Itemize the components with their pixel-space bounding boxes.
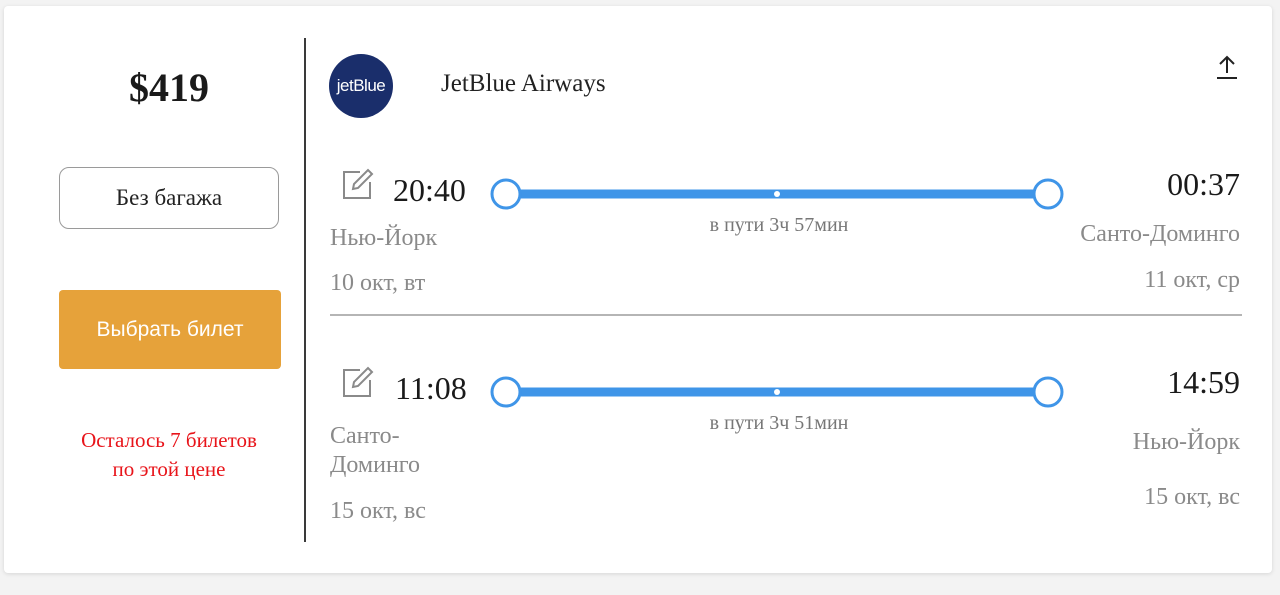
flight-offer-card: $419 Без багажа Выбрать билет Осталось 7… — [4, 6, 1272, 573]
tickets-left-line1: Осталось 7 билетов — [81, 428, 257, 452]
flight-track — [486, 372, 1066, 412]
tickets-left-line2: по этой цене — [112, 457, 226, 481]
departure-city: Санто- Доминго — [330, 422, 420, 480]
segment-return: 11:08 14:59 Санто- Доминго в пути 3ч 51м… — [4, 6, 1272, 524]
flight-duration: в пути 3ч 51мин — [709, 412, 849, 434]
arrival-city: Нью-Йорк — [1132, 429, 1240, 455]
edit-icon[interactable] — [340, 366, 374, 400]
departure-city: Нью-Йорк — [330, 225, 438, 251]
select-ticket-button[interactable]: Выбрать билет — [59, 290, 281, 369]
arrival-time: 14:59 — [1167, 364, 1240, 400]
departure-date: 15 окт, вс — [330, 498, 426, 524]
departure-time: 11:08 — [395, 370, 467, 406]
departure-date: 10 окт, вт — [330, 270, 426, 296]
departure-city-line2: Доминго — [330, 452, 421, 478]
arrival-date: 15 окт, вс — [1144, 484, 1240, 510]
flight-duration: в пути 3ч 57мин — [709, 214, 849, 236]
arrival-date: 11 окт, ср — [1144, 267, 1240, 293]
segment-divider — [330, 314, 1242, 316]
departure-city-line1: Санто- — [330, 423, 400, 449]
tickets-left-notice: Осталось 7 билетов по этой цене — [44, 426, 294, 484]
arrival-city: Санто-Доминго — [1080, 221, 1240, 247]
